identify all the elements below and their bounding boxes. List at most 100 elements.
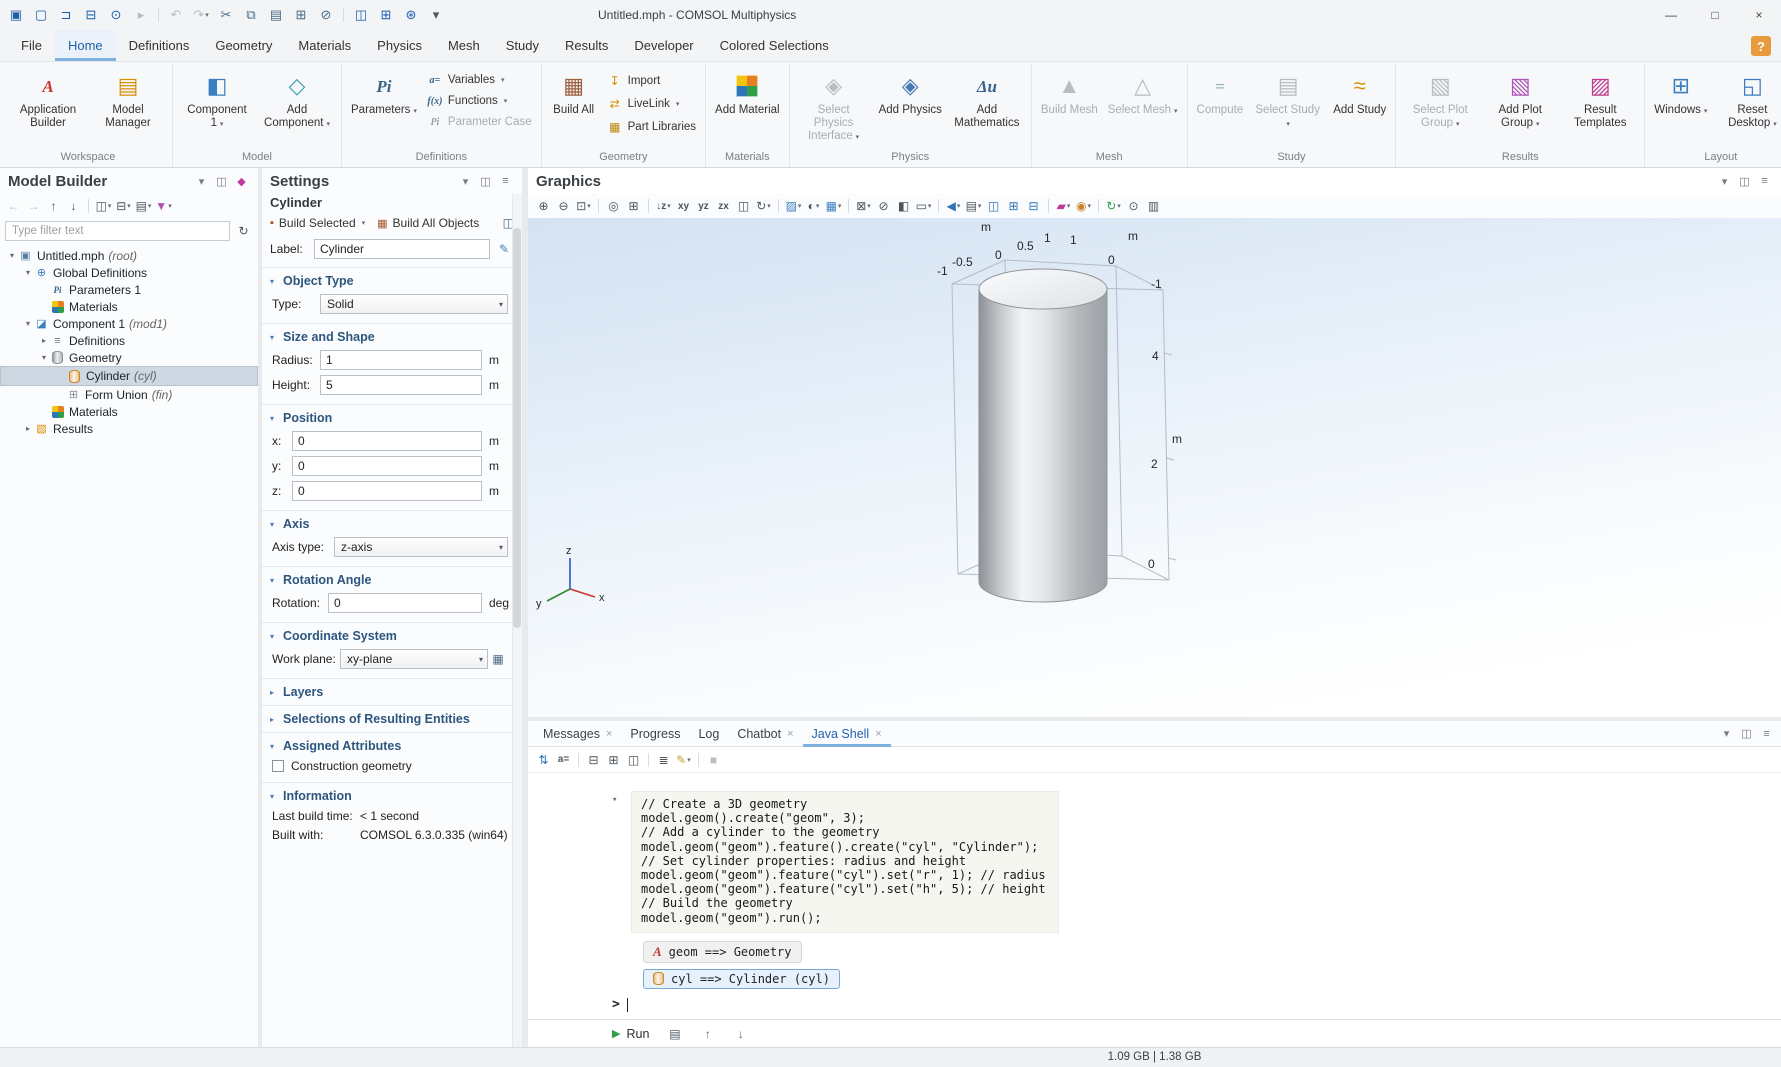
- open-file-icon[interactable]: ⊐: [54, 3, 78, 27]
- panel-options-icon[interactable]: ≡: [1758, 725, 1775, 742]
- customize-toolbar-icon[interactable]: ▾: [424, 3, 448, 27]
- section-header-coordinate-system[interactable]: ▾Coordinate System: [262, 626, 522, 646]
- rename-icon[interactable]: ✎: [494, 242, 514, 256]
- result-chip[interactable]: Ageom ==> Geometry: [643, 941, 802, 963]
- image-export-icon[interactable]: ▭▾: [914, 197, 933, 216]
- prompt-row[interactable]: >: [612, 997, 1781, 1012]
- new-file-icon[interactable]: ▢: [29, 3, 53, 27]
- tab-file[interactable]: File: [8, 30, 55, 61]
- tab-mesh[interactable]: Mesh: [435, 30, 493, 61]
- tab-developer[interactable]: Developer: [621, 30, 706, 61]
- tab-definitions[interactable]: Definitions: [116, 30, 203, 61]
- section-header-rotation-angle[interactable]: ▾Rotation Angle: [262, 570, 522, 590]
- y-input[interactable]: [292, 456, 482, 476]
- tree-node-definitions[interactable]: ▸≡Definitions: [0, 332, 258, 349]
- section-header-axis[interactable]: ▾Axis: [262, 514, 522, 534]
- flip-view-icon[interactable]: ◫: [734, 197, 753, 216]
- help-icon[interactable]: ?: [1751, 36, 1771, 56]
- tree-node-results[interactable]: ▸▧Results: [0, 420, 258, 437]
- tree-node-untitled-mph[interactable]: ▾▣Untitled.mph(root): [0, 247, 258, 264]
- collapse-cells-icon[interactable]: ⊟: [584, 750, 603, 769]
- build-selected-button[interactable]: ▪ Build Selected ▾: [270, 216, 365, 230]
- panel-menu-icon[interactable]: ▾: [457, 173, 474, 190]
- tab-home[interactable]: Home: [55, 30, 116, 61]
- highlight-icon[interactable]: ✎▾: [674, 750, 693, 769]
- window-split-icon[interactable]: ◫: [984, 197, 1003, 216]
- section-header-layers[interactable]: ▸Layers: [262, 682, 522, 702]
- close-tab-icon[interactable]: ×: [875, 728, 881, 740]
- panel-options-icon[interactable]: ≡: [497, 173, 514, 190]
- selection-color-icon[interactable]: ▰▾: [1054, 197, 1073, 216]
- add-study-button[interactable]: ≈Add Study: [1329, 66, 1390, 148]
- tree-expander[interactable]: ▸: [38, 336, 50, 345]
- scene-options-icon[interactable]: ▤▾: [964, 197, 983, 216]
- tree-node-materials[interactable]: Materials: [0, 403, 258, 420]
- cell-fold-icon[interactable]: ▾: [612, 795, 617, 805]
- view-menu-icon[interactable]: ◀▾: [944, 197, 963, 216]
- tab-messages[interactable]: Messages×: [534, 721, 621, 747]
- refresh-icon[interactable]: ↻: [234, 222, 253, 241]
- parameters-button[interactable]: PiParameters ▾: [347, 66, 421, 148]
- view-yz-icon[interactable]: yz: [694, 197, 713, 216]
- zoom-in-icon[interactable]: ⊕: [534, 197, 553, 216]
- sort-icon[interactable]: ▤▾: [134, 197, 153, 216]
- settings-scrollbar[interactable]: [512, 194, 522, 1047]
- panel-menu-icon[interactable]: ▾: [193, 173, 210, 190]
- component-1-button[interactable]: ◧Component 1 ▾: [178, 66, 256, 148]
- add-physics-button[interactable]: ◈Add Physics: [875, 66, 946, 148]
- float-panel-icon[interactable]: ◫: [213, 173, 230, 190]
- graphics-canvas[interactable]: z y x m0.511m0-0.5-10-14m20: [528, 218, 1781, 717]
- panel-menu-icon[interactable]: ▾: [1718, 725, 1735, 742]
- expand-cells-icon[interactable]: ⊞: [604, 750, 623, 769]
- add-component-button[interactable]: ◇Add Component ▾: [258, 66, 336, 148]
- tab-chatbot[interactable]: Chatbot×: [728, 721, 802, 747]
- tree-filter-input[interactable]: [5, 221, 230, 241]
- work-plane-select[interactable]: xy-plane▾: [340, 649, 488, 669]
- close-tab-icon[interactable]: ×: [606, 728, 612, 740]
- result-templates-button[interactable]: ▨Result Templates: [1561, 66, 1639, 148]
- go-to-view-icon[interactable]: ↓z▾: [654, 197, 673, 216]
- scene-color-icon[interactable]: ▨▾: [784, 197, 803, 216]
- tree-node-form-union[interactable]: ⊞Form Union(fin): [0, 386, 258, 403]
- label-input[interactable]: [314, 239, 490, 259]
- functions-button[interactable]: f(x)Functions▾: [423, 94, 536, 108]
- rearrange-icon[interactable]: ⇅: [534, 750, 553, 769]
- snapshot-icon[interactable]: ⊙: [1124, 197, 1143, 216]
- tree-node-parameters-1[interactable]: PiParameters 1: [0, 281, 258, 298]
- result-chip[interactable]: cyl ==> Cylinder (cyl): [643, 969, 840, 989]
- material-color-icon[interactable]: ◉▾: [1074, 197, 1093, 216]
- panel-options-icon[interactable]: ≡: [1756, 173, 1773, 190]
- material-rendering-icon[interactable]: ◐▾: [804, 197, 823, 216]
- zoom-box-icon[interactable]: ⊡▾: [574, 197, 593, 216]
- z-input[interactable]: [292, 481, 482, 501]
- tree-expander[interactable]: ▾: [38, 353, 50, 362]
- tab-physics[interactable]: Physics: [364, 30, 435, 61]
- view-xy-icon[interactable]: xy: [674, 197, 693, 216]
- tab-geometry[interactable]: Geometry: [202, 30, 285, 61]
- zoom-out-icon[interactable]: ⊖: [554, 197, 573, 216]
- section-header-object-type[interactable]: ▾Object Type: [262, 271, 522, 291]
- update-plot-icon[interactable]: ↻▾: [1104, 197, 1123, 216]
- next-command-icon[interactable]: ↓: [731, 1024, 750, 1043]
- window-tile-icon[interactable]: ⊟: [1024, 197, 1043, 216]
- add-plot-group-button[interactable]: ▧Add Plot Group ▾: [1481, 66, 1559, 148]
- preferences-icon[interactable]: ⊛: [399, 3, 423, 27]
- float-panel-icon[interactable]: ◫: [477, 173, 494, 190]
- tab-colored-selections[interactable]: Colored Selections: [707, 30, 842, 61]
- tab-study[interactable]: Study: [493, 30, 552, 61]
- duplicate-icon[interactable]: ⊞: [289, 3, 313, 27]
- close-button[interactable]: ×: [1737, 0, 1781, 30]
- build-all-objects-button[interactable]: ▦ Build All Objects: [377, 216, 479, 230]
- section-header-selections-of-resulting-entities[interactable]: ▸Selections of Resulting Entities: [262, 709, 522, 729]
- zoom-extents-icon[interactable]: ◎: [604, 197, 623, 216]
- filter-icon[interactable]: ▼▾: [154, 197, 173, 216]
- maximize-button[interactable]: □: [1693, 0, 1737, 30]
- print-icon[interactable]: ▥: [1144, 197, 1163, 216]
- rotation-input[interactable]: [328, 593, 482, 613]
- copy-icon[interactable]: ⧉: [239, 3, 263, 27]
- float-panel-icon[interactable]: ◫: [1736, 173, 1753, 190]
- type-select[interactable]: Solid▾: [320, 294, 508, 314]
- java-shell-body[interactable]: ▾ // Create a 3D geometrymodel.geom().cr…: [528, 773, 1781, 1019]
- move-up-icon[interactable]: ↑: [44, 197, 63, 216]
- new-window-icon[interactable]: ⊞: [374, 3, 398, 27]
